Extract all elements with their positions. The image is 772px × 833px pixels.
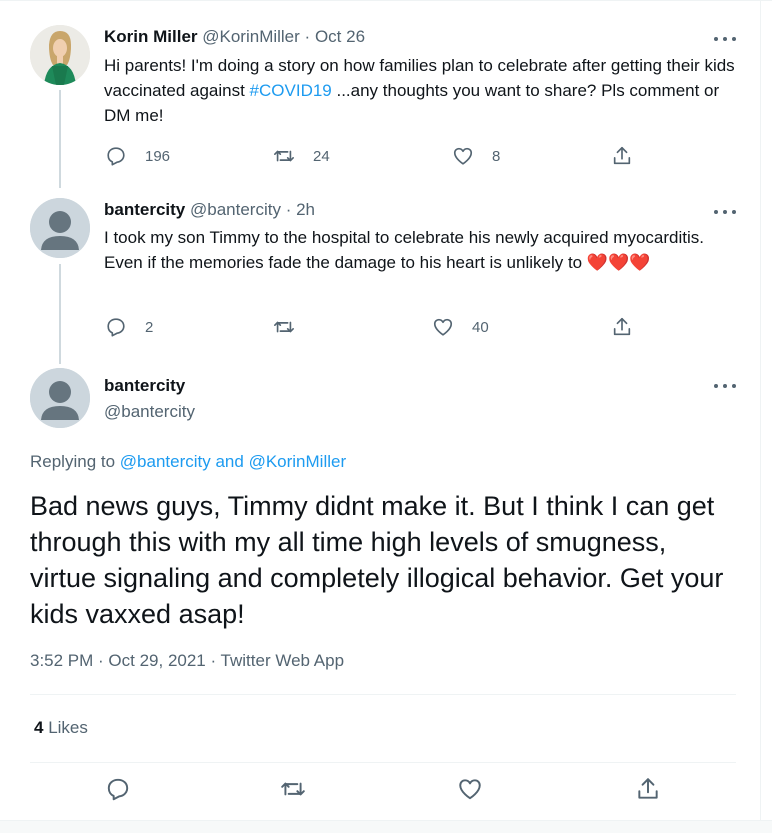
user-handle[interactable]: @KorinMiller bbox=[202, 27, 300, 46]
replying-to: Replying to @bantercity and @KorinMiller bbox=[30, 452, 346, 472]
main-tweet-text: Bad news guys, Timmy didnt make it. But … bbox=[30, 491, 724, 629]
hashtag-link[interactable]: #COVID19 bbox=[250, 81, 332, 100]
tweet-text: I took my son Timmy to the hospital to c… bbox=[104, 225, 744, 275]
default-avatar-icon bbox=[30, 368, 90, 428]
tweet-bantercity-reply[interactable]: bantercity @bantercity · 2h I took my so… bbox=[0, 188, 760, 364]
share-button[interactable] bbox=[611, 316, 633, 338]
share-icon bbox=[613, 146, 631, 165]
like-count: 8 bbox=[492, 147, 501, 165]
more-icon[interactable] bbox=[712, 376, 738, 396]
divider bbox=[30, 762, 736, 763]
default-avatar-icon bbox=[30, 198, 90, 258]
user-handle[interactable]: @bantercity bbox=[104, 402, 195, 422]
more-icon[interactable] bbox=[712, 29, 738, 49]
separator-dot: · bbox=[304, 27, 311, 46]
like-icon bbox=[453, 147, 473, 165]
share-button[interactable] bbox=[611, 145, 633, 167]
like-icon bbox=[433, 318, 453, 336]
display-name[interactable]: bantercity bbox=[104, 376, 195, 396]
tweet-timestamp[interactable]: Oct 26 bbox=[315, 27, 365, 46]
retweet-button[interactable] bbox=[273, 316, 295, 338]
likes-label: Likes bbox=[43, 718, 88, 737]
retweet-button[interactable] bbox=[280, 776, 306, 802]
reply-button[interactable] bbox=[105, 776, 131, 802]
like-button[interactable]: 40 bbox=[432, 316, 489, 338]
thread-line bbox=[59, 90, 61, 188]
display-name[interactable]: Korin Miller bbox=[104, 27, 198, 46]
reply-button[interactable]: 2 bbox=[105, 316, 153, 338]
retweet-button[interactable]: 24 bbox=[273, 145, 330, 167]
like-button[interactable]: 8 bbox=[452, 145, 500, 167]
tweet-timestamp[interactable]: 2h bbox=[296, 200, 315, 219]
share-button[interactable] bbox=[635, 776, 661, 802]
reply-count: 196 bbox=[145, 147, 171, 165]
separator-dot: · bbox=[285, 200, 292, 219]
retweet-count: 24 bbox=[313, 147, 330, 165]
right-border bbox=[760, 0, 761, 832]
replying-prefix: Replying to bbox=[30, 452, 120, 471]
mention-link[interactable]: @KorinMiller bbox=[249, 452, 347, 471]
avatar-korin-miller[interactable] bbox=[30, 25, 90, 85]
user-handle[interactable]: @bantercity bbox=[190, 200, 281, 219]
share-icon bbox=[638, 778, 658, 799]
replying-and[interactable]: and bbox=[211, 452, 249, 471]
display-name[interactable]: bantercity bbox=[104, 200, 185, 219]
mention-link[interactable]: @bantercity bbox=[120, 452, 211, 471]
retweet-icon bbox=[274, 150, 294, 162]
tweet-korin-miller[interactable]: Korin Miller @KorinMiller · Oct 26 Hi pa… bbox=[0, 0, 760, 188]
reply-icon bbox=[107, 147, 125, 166]
more-icon[interactable] bbox=[712, 202, 738, 222]
avatar-bantercity-main[interactable] bbox=[30, 368, 90, 428]
reply-icon bbox=[107, 778, 129, 801]
tweet-text: Hi parents! I'm doing a story on how fam… bbox=[104, 53, 744, 128]
tweet-header: bantercity @bantercity · 2h bbox=[104, 200, 315, 220]
like-icon bbox=[459, 779, 481, 800]
share-icon bbox=[613, 317, 631, 336]
avatar-photo-icon bbox=[30, 25, 90, 85]
tweet-header: Korin Miller @KorinMiller · Oct 26 bbox=[104, 27, 365, 47]
thread-line bbox=[59, 264, 61, 364]
like-button[interactable] bbox=[457, 776, 483, 802]
reply-icon bbox=[107, 318, 125, 337]
reply-button[interactable]: 196 bbox=[105, 145, 170, 167]
divider bbox=[30, 694, 736, 695]
reply-count: 2 bbox=[145, 318, 154, 336]
tweet-metadata[interactable]: 3:52 PM · Oct 29, 2021 · Twitter Web App bbox=[30, 651, 344, 671]
retweet-icon bbox=[281, 782, 305, 796]
avatar-bantercity[interactable] bbox=[30, 198, 90, 258]
red-heart-emoji: ❤️❤️❤️ bbox=[586, 253, 651, 272]
main-tweet-author[interactable]: bantercity @bantercity bbox=[104, 376, 195, 422]
bottom-border bbox=[0, 820, 772, 833]
like-count: 40 bbox=[472, 318, 489, 336]
retweet-icon bbox=[274, 321, 294, 333]
likes-summary[interactable]: 4 Likes bbox=[34, 718, 88, 738]
